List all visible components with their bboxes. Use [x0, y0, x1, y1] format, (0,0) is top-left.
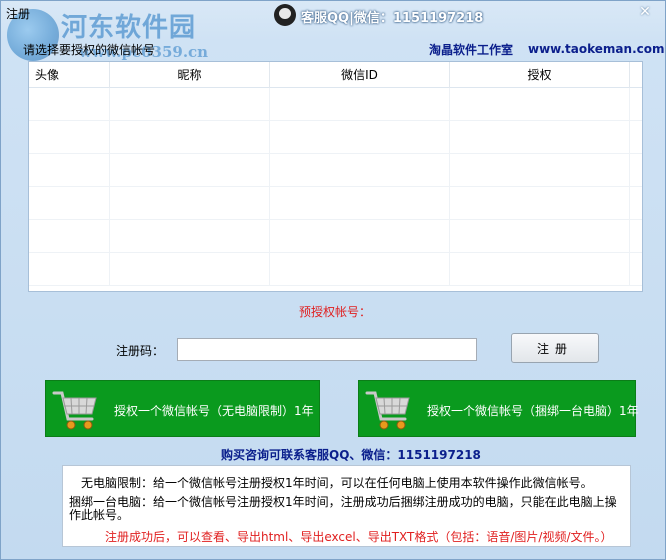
buy-bind-pc-label: 授权一个微信帐号（捆绑一台电脑）1年	[427, 404, 639, 418]
column-header-authorization[interactable]: 授权	[450, 62, 630, 88]
table-row[interactable]	[29, 253, 642, 286]
customer-service-icon	[274, 4, 296, 26]
column-header-wechat-id[interactable]: 微信ID	[270, 62, 450, 88]
table-header: 头像 昵称 微信ID 授权	[29, 62, 642, 88]
table-row[interactable]	[29, 88, 642, 121]
close-icon[interactable]: ✕	[634, 3, 656, 21]
info-export-note: 注册成功后，可以查看、导出html、导出excel、导出TXT格式（包括：语音/…	[105, 530, 613, 544]
window-title: 注册	[6, 7, 31, 21]
buy-unlimited-pc-button[interactable]: 授权一个微信帐号（无电脑限制）1年	[45, 380, 320, 437]
preauthorized-account-label: 预授权帐号：	[299, 305, 372, 319]
shopping-cart-icon	[52, 391, 97, 430]
buy-unlimited-pc-label: 授权一个微信帐号（无电脑限制）1年	[114, 404, 314, 418]
studio-name: 淘晶软件工作室	[429, 43, 514, 57]
register-button[interactable]: 注册	[511, 333, 599, 363]
table-row[interactable]	[29, 187, 642, 220]
registration-code-input[interactable]	[177, 338, 477, 361]
registration-code-label: 注册码：	[116, 344, 165, 358]
support-contact-text: 客服QQ|微信：1151197218	[301, 11, 484, 26]
account-table[interactable]: 头像 昵称 微信ID 授权	[28, 61, 643, 292]
buy-bind-pc-button[interactable]: 授权一个微信帐号（捆绑一台电脑）1年	[358, 380, 639, 437]
table-row[interactable]	[29, 220, 642, 253]
watermark-site-name: 河东软件园	[61, 13, 197, 43]
info-unlimited-pc: 无电脑限制：给一个微信帐号注册授权1年时间，可以在任何电脑上使用本软件操作此微信…	[81, 476, 593, 490]
select-account-prompt: 请选择要授权的微信帐号	[23, 43, 156, 57]
purchase-contact-text: 购买咨询可联系客服QQ、微信：1151197218	[221, 448, 481, 462]
title-bar: 河东软件园 www.pc0359.cn 注册 客服QQ|微信：115119721…	[1, 1, 665, 61]
shopping-cart-icon	[365, 391, 410, 430]
register-window: 河东软件园 www.pc0359.cn 注册 客服QQ|微信：115119721…	[0, 0, 666, 560]
studio-url-link[interactable]: www.taokeman.com	[528, 42, 665, 56]
info-bind-pc: 捆绑一台电脑：给一个微信帐号注册授权1年时间，注册成功后捆绑注册成功的电脑，只能…	[69, 495, 617, 522]
table-row[interactable]	[29, 121, 642, 154]
column-header-avatar[interactable]: 头像	[29, 62, 110, 88]
license-info-panel: 无电脑限制：给一个微信帐号注册授权1年时间，可以在任何电脑上使用本软件操作此微信…	[62, 465, 631, 547]
column-header-nickname[interactable]: 昵称	[110, 62, 270, 88]
table-row[interactable]	[29, 154, 642, 187]
